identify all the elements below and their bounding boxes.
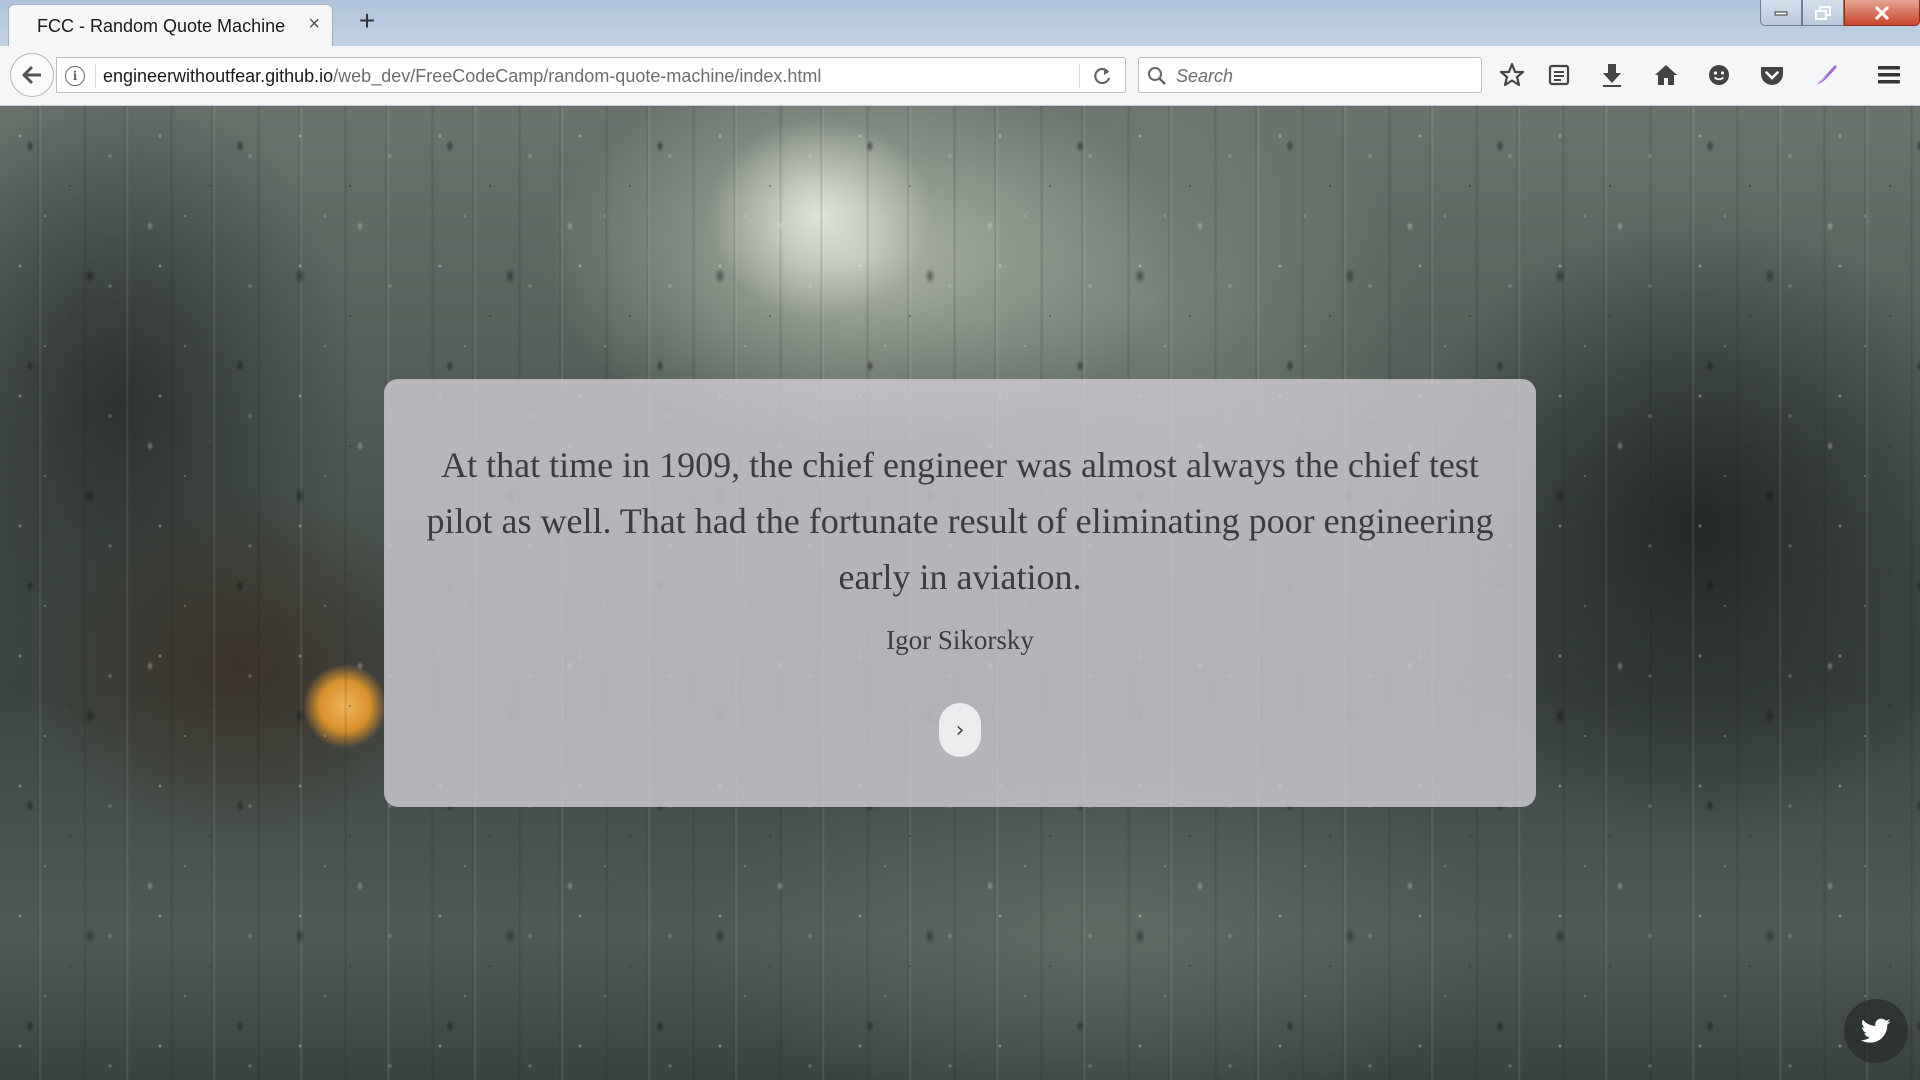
menu-icon[interactable] — [1873, 59, 1905, 91]
reading-list-icon[interactable] — [1543, 59, 1575, 91]
download-icon[interactable] — [1596, 59, 1628, 91]
chevron-right-icon: › — [955, 717, 965, 743]
next-quote-button[interactable]: › — [939, 703, 981, 757]
bookmark-star-icon[interactable] — [1496, 59, 1528, 91]
quote-text: At that time in 1909, the chief engineer… — [426, 445, 1494, 597]
url-path: /web_dev/FreeCodeCamp/random-quote-machi… — [333, 66, 822, 86]
restore-icon[interactable] — [1802, 0, 1844, 26]
back-arrow-icon — [22, 65, 41, 85]
theme-icon[interactable] — [1810, 59, 1842, 91]
navigation-bar: i engineerwithoutfear.github.io/web_dev/… — [0, 46, 1920, 106]
pocket-icon[interactable] — [1756, 59, 1788, 91]
twitter-icon — [1861, 1018, 1891, 1043]
site-info-icon[interactable]: i — [65, 66, 85, 86]
quote-author: Igor Sikorsky — [886, 625, 1034, 655]
search-placeholder: Search — [1176, 66, 1234, 86]
search-box[interactable]: Search — [1138, 57, 1482, 93]
back-button[interactable] — [10, 53, 54, 97]
tab-strip: FCC - Random Quote Machine × + — [0, 0, 1920, 47]
url-separator — [95, 64, 96, 88]
reload-separator — [1079, 64, 1080, 88]
minimize-icon[interactable] — [1760, 0, 1802, 26]
smiley-icon[interactable] — [1703, 59, 1735, 91]
tab-active[interactable]: FCC - Random Quote Machine × — [8, 4, 333, 47]
address-bar[interactable]: i engineerwithoutfear.github.io/web_dev/… — [56, 57, 1126, 93]
tweet-button[interactable] — [1844, 999, 1908, 1063]
search-icon — [1148, 67, 1166, 85]
home-icon[interactable] — [1650, 59, 1682, 91]
window-controls — [1760, 0, 1920, 26]
quote-card: At that time in 1909, the chief engineer… — [384, 379, 1536, 807]
url-domain: engineerwithoutfear.github.io — [103, 66, 334, 86]
new-tab-button[interactable]: + — [352, 6, 382, 36]
reload-icon[interactable] — [1087, 62, 1117, 90]
tab-close-icon[interactable]: × — [308, 14, 320, 34]
tab-title: FCC - Random Quote Machine — [37, 16, 286, 36]
page-viewport: At that time in 1909, the chief engineer… — [0, 106, 1920, 1080]
close-icon[interactable] — [1844, 0, 1920, 26]
url-text[interactable]: engineerwithoutfear.github.io/web_dev/Fr… — [103, 66, 821, 87]
